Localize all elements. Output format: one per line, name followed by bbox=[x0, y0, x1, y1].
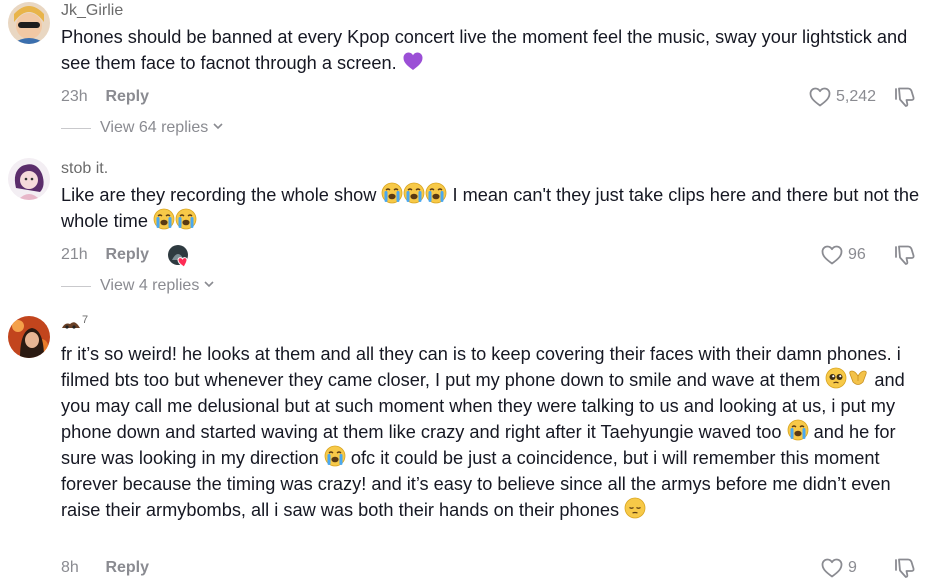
loudly-crying-face-icon bbox=[381, 182, 403, 204]
view-replies-button[interactable]: View 4 replies bbox=[61, 277, 215, 295]
username-emoji-icon bbox=[62, 322, 80, 329]
reply-button[interactable]: Reply bbox=[105, 246, 149, 263]
comment-username[interactable]: stob it. bbox=[61, 160, 108, 178]
avatar[interactable] bbox=[8, 158, 50, 200]
heart-icon bbox=[820, 243, 844, 267]
comment-meta: 8h Reply bbox=[61, 559, 149, 577]
loudly-crying-face-icon bbox=[153, 208, 175, 230]
loudly-crying-face-icon bbox=[324, 445, 346, 467]
view-replies-label: View 64 replies bbox=[100, 119, 209, 136]
creator-avatar-icon bbox=[168, 245, 188, 268]
chevron-down-icon bbox=[203, 277, 215, 295]
username-text: 7 bbox=[82, 314, 89, 326]
comment-text: Like are they recording the whole show I… bbox=[61, 182, 921, 234]
comment-text-part: fr it’s so weird! he looks at them and a… bbox=[61, 344, 901, 390]
reply-button[interactable]: Reply bbox=[105, 559, 149, 576]
heart-icon bbox=[808, 85, 832, 109]
view-replies-button[interactable]: View 64 replies bbox=[61, 119, 224, 137]
comment-timestamp: 21h bbox=[61, 246, 88, 263]
reply-button[interactable]: Reply bbox=[105, 88, 149, 105]
comment-text: Phones should be banned at every Kpop co… bbox=[61, 24, 921, 76]
comment-text: fr it’s so weird! he looks at them and a… bbox=[61, 341, 921, 523]
creator-liked-badge bbox=[167, 244, 191, 268]
avatar[interactable] bbox=[8, 2, 50, 44]
divider bbox=[61, 285, 91, 287]
dislike-icon[interactable] bbox=[892, 556, 916, 580]
comment-username[interactable]: Jk_Girlie bbox=[61, 2, 123, 20]
like-count: 5,242 bbox=[836, 88, 877, 105]
comment-meta: 23h Reply bbox=[61, 88, 149, 106]
divider bbox=[61, 127, 91, 129]
pleading-face-icon bbox=[825, 367, 847, 389]
comment-timestamp: 8h bbox=[61, 559, 79, 576]
comment-timestamp: 23h bbox=[61, 88, 88, 105]
like-button[interactable]: 5,242 bbox=[808, 85, 876, 109]
chevron-down-icon bbox=[212, 119, 224, 137]
loudly-crying-face-icon bbox=[787, 419, 809, 441]
dislike-icon[interactable] bbox=[892, 85, 916, 109]
loudly-crying-face-icon bbox=[175, 208, 197, 230]
like-button[interactable]: 96 bbox=[820, 243, 866, 267]
comment-text-part: Phones should be banned at every Kpop co… bbox=[61, 27, 908, 73]
loudly-crying-face-icon bbox=[403, 182, 425, 204]
comment-username[interactable]: 7 bbox=[61, 314, 89, 332]
loudly-crying-face-icon bbox=[425, 182, 447, 204]
pensive-face-icon bbox=[624, 497, 646, 519]
heart-hands-icon bbox=[847, 367, 869, 389]
comment-meta: 21h Reply bbox=[61, 246, 149, 264]
view-replies-label: View 4 replies bbox=[100, 277, 200, 294]
comment-text-part: Like are they recording the whole show bbox=[61, 185, 382, 205]
like-count: 96 bbox=[848, 246, 866, 263]
avatar[interactable] bbox=[8, 316, 50, 358]
dislike-icon[interactable] bbox=[892, 243, 916, 267]
like-button[interactable]: 9 bbox=[820, 556, 857, 580]
purple-heart-icon bbox=[402, 50, 424, 72]
heart-icon bbox=[820, 556, 844, 580]
like-count: 9 bbox=[848, 559, 857, 576]
